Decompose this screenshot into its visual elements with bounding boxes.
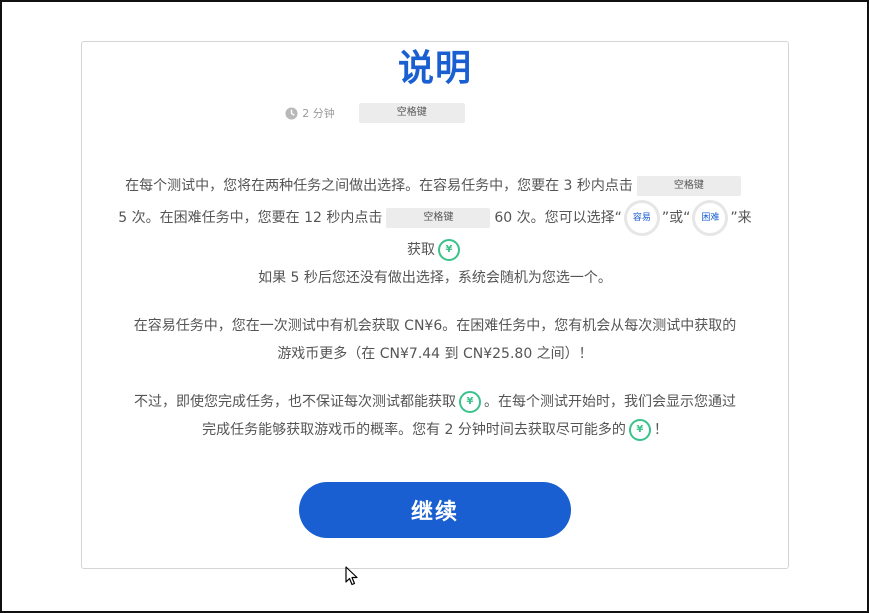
instructions-body: 在每个测试中，您将在两种任务之间做出选择。在容易任务中，您要在 3 秒内点击 空格… <box>82 172 788 444</box>
instructions-card: 说明 2 分钟 空格键 在每个测试中，您将在两种任务之间做出选择。在容易任务中，… <box>81 41 789 569</box>
p1-text: 5 次。在困难任务中，您要在 12 秒内点击 <box>118 210 383 226</box>
p1-text: 获取 <box>407 242 435 258</box>
p1-line-1: 在每个测试中，您将在两种任务之间做出选择。在容易任务中，您要在 3 秒内点击 空格… <box>82 172 788 200</box>
p2-line-1: 在容易任务中，您在一次测试中有机会获取 CN¥6。在困难任务中，您有机会从每次测… <box>133 318 737 334</box>
p2-line-2: 游戏币更多（在 CN¥7.44 到 CN¥25.80 之间）！ <box>277 346 593 362</box>
p3-text: ！ <box>653 422 668 438</box>
coin-icon: ¥ <box>459 391 481 413</box>
page-title: 说明 <box>397 48 472 89</box>
continue-button[interactable]: 继续 <box>299 482 571 538</box>
p1-text: 在每个测试中，您将在两种任务之间做出选择。在容易任务中，您要在 3 秒内点击 <box>125 178 633 194</box>
spacebar-key-chip: 空格键 <box>636 176 741 196</box>
coin-icon: ¥ <box>628 419 651 441</box>
p3-line-2: 完成任务能够获取游戏币的概率。您有 2 分钟时间去获取尽可能多的 ¥！ <box>82 416 788 444</box>
coin-icon: ¥ <box>438 239 460 261</box>
p1-text: ”或“ <box>661 210 691 226</box>
spacebar-key-chip: 空格键 <box>358 103 465 123</box>
duration-text: 2 分钟 <box>302 107 335 120</box>
p3-text: 完成任务能够获取游戏币的概率。您有 2 分钟时间去获取尽可能多的 <box>202 422 626 438</box>
mouse-cursor-icon <box>345 566 358 586</box>
duration: 2 分钟 <box>285 105 335 121</box>
p1-line-2: 5 次。在困难任务中，您要在 12 秒内点击 空格键 60 次。您可以选择“ 容易 ”或… <box>82 200 788 236</box>
p1-line-3: 获取 ¥ <box>82 236 788 264</box>
p1-text: 60 次。您可以选择“ <box>494 210 622 226</box>
p3-line-1: 不过，即使您完成任务，也不保证每次测试都能获取 ¥ 。在每个测试开始时，我们会显示您… <box>82 388 788 416</box>
meta-row: 2 分钟 空格键 <box>82 102 788 124</box>
p3-text: 。在每个测试开始时，我们会显示您通过 <box>484 394 736 410</box>
p1-line-4: 如果 5 秒后您还没有做出选择，系统会随机为您选一个。 <box>258 270 612 286</box>
p1-text: ”来 <box>730 210 752 226</box>
easy-task-badge: 容易 <box>623 200 660 236</box>
clock-icon <box>285 106 298 120</box>
p3-text: 不过，即使您完成任务，也不保证每次测试都能获取 <box>134 394 456 410</box>
spacebar-key-chip: 空格键 <box>386 208 491 228</box>
hard-task-badge: 困难 <box>692 200 729 236</box>
